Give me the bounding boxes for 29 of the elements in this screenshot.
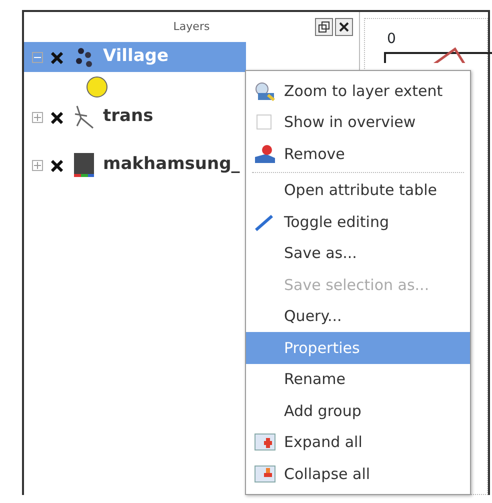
- menu-item[interactable]: Save as...: [246, 238, 470, 269]
- menu-item[interactable]: Query...: [246, 300, 470, 332]
- menu-item[interactable]: Rename: [246, 364, 470, 395]
- menu-item[interactable]: Zoom to layer extent: [246, 75, 470, 106]
- menu-item[interactable]: Toggle editing: [246, 206, 470, 238]
- panel-title: Layers: [173, 18, 210, 35]
- menu-item[interactable]: Expand all: [246, 426, 470, 458]
- close-icon[interactable]: [335, 18, 353, 36]
- circle-symbol-icon: [86, 76, 108, 98]
- raster-icon: [73, 152, 95, 178]
- layer-name: Village: [103, 45, 169, 68]
- scale-label: 0: [387, 30, 396, 49]
- menu-item[interactable]: Remove: [246, 138, 470, 170]
- menu-item[interactable]: Open attribute table: [246, 174, 470, 206]
- collapse-icon: [254, 464, 276, 484]
- layer-name: makhamsung_: [103, 153, 240, 176]
- remove-layer-icon: [254, 144, 276, 164]
- menu-item[interactable]: Collapse all: [246, 458, 470, 490]
- menu-item[interactable]: Show in overview: [246, 106, 470, 138]
- points-icon: [73, 46, 95, 68]
- expand-icon: [254, 432, 276, 452]
- layer-name: trans: [103, 105, 154, 128]
- expand-icon[interactable]: [32, 112, 43, 122]
- expand-icon[interactable]: [32, 52, 43, 62]
- expand-icon[interactable]: [32, 160, 43, 170]
- menu-item[interactable]: Add group: [246, 395, 470, 426]
- float-icon[interactable]: [315, 18, 333, 36]
- lines-icon: [73, 104, 95, 130]
- magnifier-icon: [254, 80, 276, 101]
